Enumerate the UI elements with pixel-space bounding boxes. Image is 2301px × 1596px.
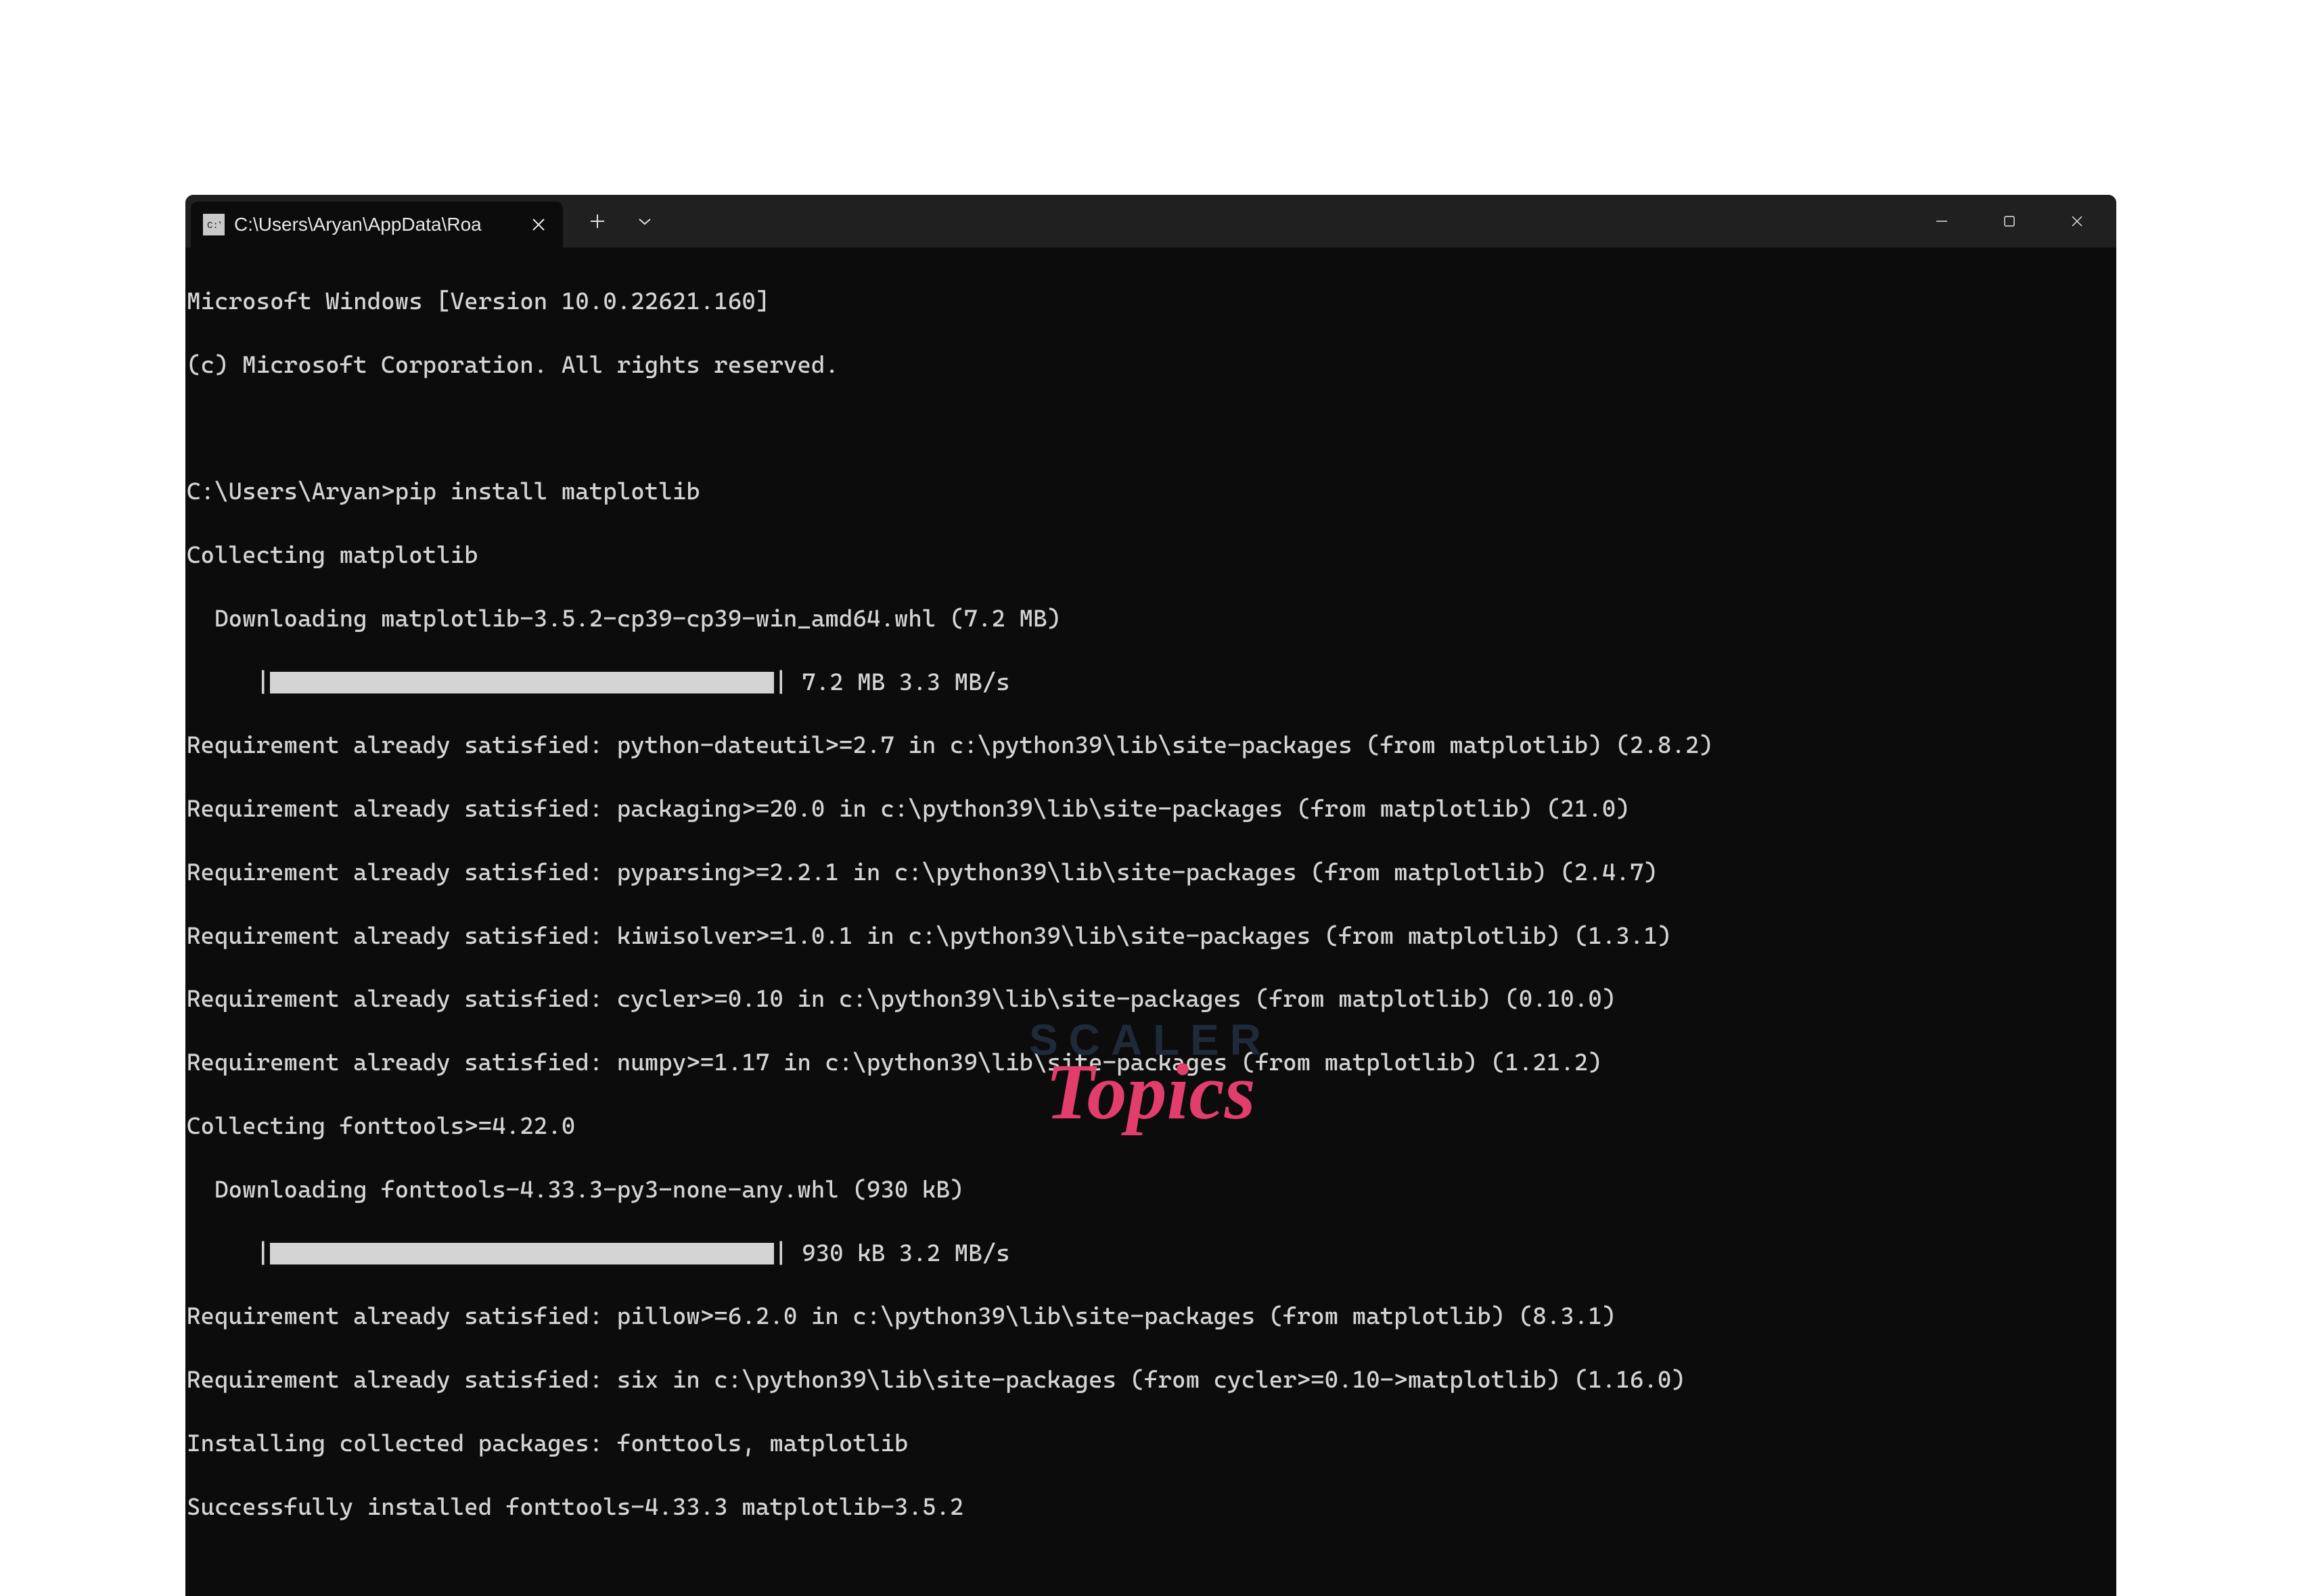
output-line: Requirement already satisfied: packaging… — [187, 794, 2116, 825]
output-line: Requirement already satisfied: kiwisolve… — [187, 921, 2116, 953]
terminal-tab[interactable]: C:\ C:\Users\Aryan\AppData\Roa — [191, 202, 563, 248]
output-line — [187, 413, 2116, 444]
progress-prefix: | — [187, 667, 270, 699]
output-line: Microsoft Windows [Version 10.0.22621.16… — [187, 286, 2116, 318]
output-line: Requirement already satisfied: pyparsing… — [187, 857, 2116, 889]
output-line: Successfully installed fonttools-4.33.3 … — [187, 1492, 2116, 1524]
progress-bar — [270, 1243, 774, 1264]
progress-line: | | 930 kB 3.2 MB/s — [187, 1238, 2116, 1270]
prompt-line: C:\Users\Aryan>pip install matplotlib — [187, 476, 2116, 508]
progress-prefix: | — [187, 1238, 270, 1270]
close-window-button[interactable] — [2043, 195, 2111, 248]
new-tab-button[interactable] — [582, 206, 613, 237]
close-tab-button[interactable] — [526, 212, 551, 237]
output-line: Requirement already satisfied: cycler>=0… — [187, 984, 2116, 1016]
svg-text:C:\: C:\ — [207, 221, 221, 230]
logo-line-2: Topics — [1029, 1046, 1272, 1138]
titlebar-actions — [563, 195, 660, 248]
output-line: Collecting matplotlib — [187, 540, 2116, 572]
cmd-icon: C:\ — [203, 214, 225, 235]
output-line: (c) Microsoft Corporation. All rights re… — [187, 350, 2116, 382]
output-line: Downloading matplotlib-3.5.2-cp39-cp39-w… — [187, 603, 2116, 635]
output-line: Requirement already satisfied: pillow>=6… — [187, 1301, 2116, 1333]
window-controls — [1908, 195, 2116, 248]
progress-bar — [270, 672, 774, 693]
tab-title: C:\Users\Aryan\AppData\Roa — [234, 214, 509, 235]
minimize-button[interactable] — [1908, 195, 1976, 248]
terminal-output[interactable]: Microsoft Windows [Version 10.0.22621.16… — [185, 248, 2116, 1596]
progress-line: | | 7.2 MB 3.3 MB/s — [187, 667, 2116, 699]
scaler-topics-logo: SCALER Topics — [1029, 1015, 1272, 1138]
output-line: Installing collected packages: fonttools… — [187, 1428, 2116, 1460]
progress-suffix: | 930 kB 3.2 MB/s — [774, 1238, 1010, 1270]
tab-dropdown-button[interactable] — [629, 206, 660, 237]
maximize-button[interactable] — [1976, 195, 2043, 248]
output-line: Downloading fonttools-4.33.3-py3-none-an… — [187, 1175, 2116, 1206]
output-line: Requirement already satisfied: six in c:… — [187, 1365, 2116, 1396]
terminal-window: C:\ C:\Users\Aryan\AppData\Roa — [185, 195, 2116, 1596]
titlebar: C:\ C:\Users\Aryan\AppData\Roa — [185, 195, 2116, 248]
progress-suffix: | 7.2 MB 3.3 MB/s — [774, 667, 1010, 699]
output-line: Requirement already satisfied: python-da… — [187, 730, 2116, 762]
